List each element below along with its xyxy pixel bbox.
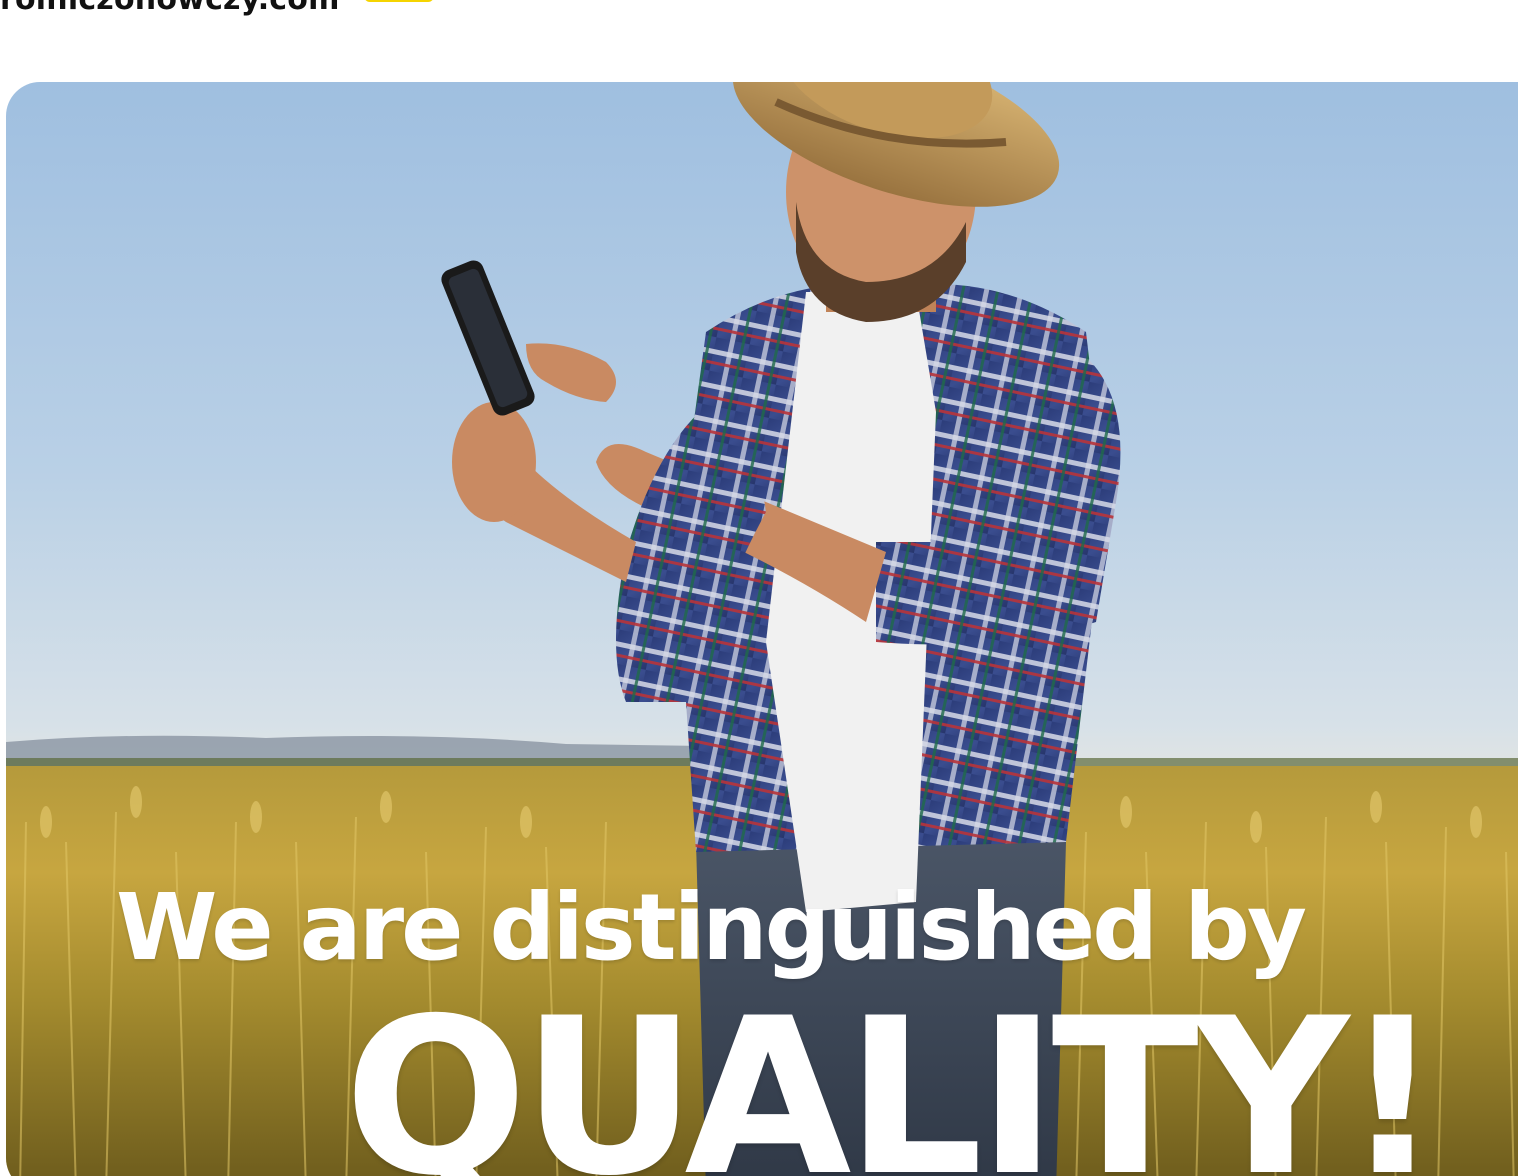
hero-banner: We are distinguished by QUALITY! bbox=[6, 82, 1518, 1176]
site-domain-text[interactable]: rolniczohowczy.com bbox=[0, 0, 340, 17]
accent-bar bbox=[364, 0, 434, 2]
page: rolniczohowczy.com bbox=[0, 0, 1518, 1176]
hero-headline: We are distinguished by bbox=[116, 874, 1307, 981]
hero-headline-emphasis: QUALITY! bbox=[344, 972, 1442, 1176]
